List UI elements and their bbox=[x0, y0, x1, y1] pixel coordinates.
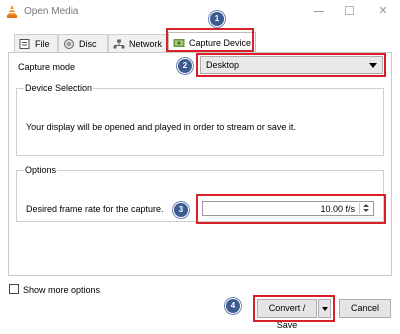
minimize-button[interactable] bbox=[312, 4, 326, 18]
step-marker-3: 3 bbox=[173, 202, 189, 218]
step-marker-1: 1 bbox=[209, 11, 225, 27]
device-selection-group: Device Selection Your display will be op… bbox=[16, 83, 384, 156]
cancel-button[interactable]: Cancel bbox=[339, 299, 391, 318]
disc-icon bbox=[64, 38, 74, 49]
title-bar: Open Media ✕ bbox=[0, 0, 400, 24]
show-more-options-checkbox[interactable] bbox=[9, 284, 19, 294]
close-button[interactable]: ✕ bbox=[376, 4, 390, 18]
tab-disc[interactable]: Disc bbox=[58, 34, 108, 52]
highlight-box-capture-mode bbox=[196, 53, 386, 77]
tab-file-label: File bbox=[35, 38, 50, 49]
step-marker-4: 4 bbox=[225, 298, 241, 314]
show-more-options-label[interactable]: Show more options bbox=[23, 285, 100, 295]
options-title: Options bbox=[24, 165, 58, 175]
tab-network[interactable]: Network bbox=[108, 34, 168, 52]
step-marker-2: 2 bbox=[177, 58, 193, 74]
close-icon: ✕ bbox=[378, 5, 388, 17]
capture-mode-label: Capture mode bbox=[18, 62, 76, 72]
file-icon bbox=[19, 38, 30, 49]
tab-network-label: Network bbox=[129, 38, 163, 49]
tab-disc-label: Disc bbox=[79, 38, 97, 49]
device-selection-text: Your display will be opened and played i… bbox=[26, 122, 296, 132]
maximize-button[interactable] bbox=[343, 4, 357, 18]
window-title: Open Media bbox=[24, 6, 79, 17]
frame-rate-label: Desired frame rate for the capture. bbox=[26, 204, 164, 214]
highlight-box-convert bbox=[253, 295, 335, 322]
highlight-box-frame-rate bbox=[196, 194, 386, 224]
tab-file[interactable]: File bbox=[14, 34, 58, 52]
network-icon bbox=[113, 39, 125, 48]
vlc-cone-icon bbox=[7, 5, 17, 18]
highlight-box-capture-tab bbox=[166, 28, 254, 52]
device-selection-title: Device Selection bbox=[24, 83, 94, 93]
